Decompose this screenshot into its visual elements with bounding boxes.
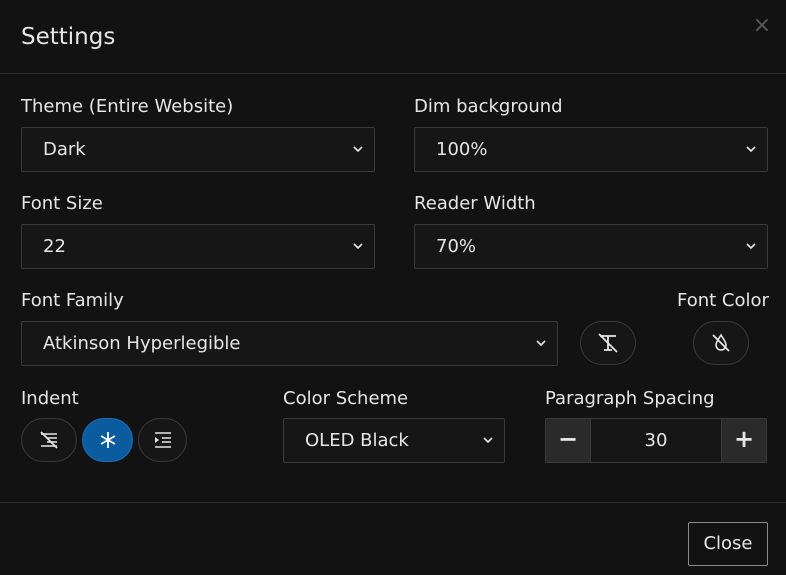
paragraph-spacing-decrement-button[interactable]: −: [545, 418, 591, 463]
indent-label: Indent: [21, 388, 79, 409]
indent-increase-icon: [154, 432, 171, 448]
chevron-down-icon: [353, 243, 363, 250]
reader-width-select[interactable]: 70%: [414, 224, 768, 269]
settings-dialog: Settings × Theme (Entire Website) Dark D…: [0, 0, 786, 575]
color-scheme-label: Color Scheme: [283, 388, 409, 409]
dim-background-label: Dim background: [414, 96, 563, 117]
paragraph-spacing-label: Paragraph Spacing: [545, 388, 715, 409]
dim-background-select[interactable]: 100%: [414, 127, 768, 172]
font-family-select-value: Atkinson Hyperlegible: [43, 333, 241, 354]
dim-background-select-value: 100%: [436, 139, 488, 160]
font-family-reset-button[interactable]: [580, 321, 636, 365]
color-drop-off-icon: [712, 333, 730, 352]
dialog-header: Settings ×: [0, 0, 786, 74]
dialog-title: Settings: [21, 24, 116, 50]
chevron-down-icon: [353, 146, 363, 153]
text-style-off-icon: [598, 333, 618, 353]
font-color-reset-button[interactable]: [693, 321, 749, 365]
dialog-footer: [0, 502, 786, 575]
indent-on-button[interactable]: [138, 418, 187, 462]
reader-width-select-value: 70%: [436, 236, 477, 257]
theme-select[interactable]: Dark: [21, 127, 375, 172]
theme-select-value: Dark: [43, 139, 86, 160]
font-family-label: Font Family: [21, 290, 124, 311]
font-family-select[interactable]: Atkinson Hyperlegible: [21, 321, 558, 366]
font-color-label: Font Color: [677, 290, 769, 311]
font-size-label: Font Size: [21, 193, 103, 214]
font-size-select[interactable]: 22: [21, 224, 375, 269]
theme-label: Theme (Entire Website): [21, 96, 234, 117]
chevron-down-icon: [536, 340, 546, 347]
chevron-down-icon: [746, 146, 756, 153]
color-scheme-select-value: OLED Black: [305, 430, 409, 451]
paragraph-spacing-increment-button[interactable]: +: [721, 418, 767, 463]
paragraph-spacing-value[interactable]: 30: [591, 418, 721, 463]
chevron-down-icon: [483, 437, 493, 444]
color-scheme-select[interactable]: OLED Black: [283, 418, 505, 463]
asterisk-icon: [100, 432, 115, 448]
indent-off-button[interactable]: [21, 418, 77, 462]
indent-auto-button[interactable]: [82, 418, 133, 462]
reader-width-label: Reader Width: [414, 193, 536, 214]
close-icon[interactable]: ×: [752, 14, 772, 38]
chevron-down-icon: [746, 243, 756, 250]
font-size-select-value: 22: [43, 236, 66, 257]
close-button[interactable]: Close: [688, 522, 768, 566]
indent-off-icon: [40, 431, 58, 449]
